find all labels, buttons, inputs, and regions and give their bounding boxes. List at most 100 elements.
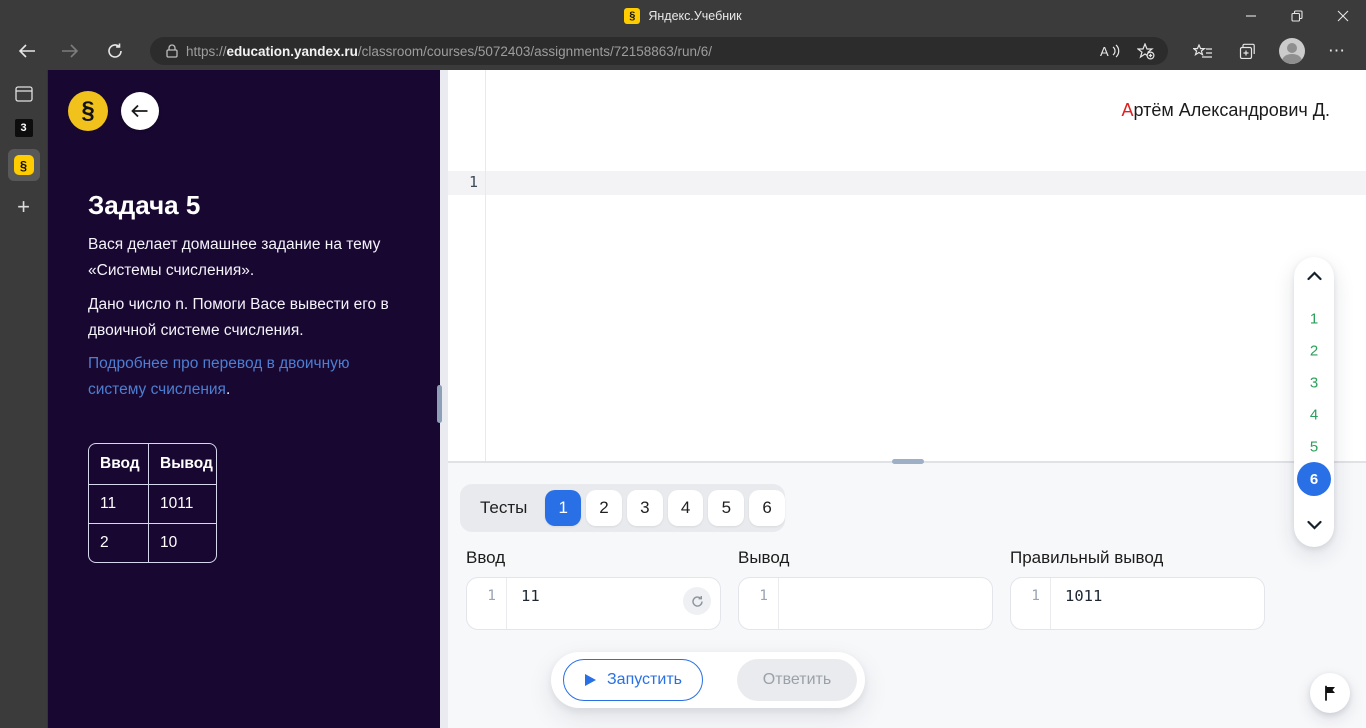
expected-value: 1011 <box>1065 587 1103 605</box>
vertical-tab-strip: 3 § + <box>0 70 48 728</box>
table-row: 2 10 <box>89 523 216 562</box>
minimize-button[interactable] <box>1228 0 1274 32</box>
navigator-test-6-active[interactable]: 6 <box>1297 462 1331 496</box>
answer-button[interactable]: Ответить <box>737 659 857 701</box>
table-row: 11 1011 <box>89 484 216 523</box>
url-bar[interactable]: https://education.yandex.ru/classroom/co… <box>150 37 1168 65</box>
test-tab-5[interactable]: 5 <box>708 490 745 526</box>
back-button[interactable] <box>11 35 43 67</box>
browser-window: § Яндекс.Учебник https://education.yande… <box>0 0 1366 728</box>
test-tab-3[interactable]: 3 <box>626 490 663 526</box>
tab-actions-button[interactable] <box>14 86 33 102</box>
table-cell-input: 11 <box>100 495 117 512</box>
test-tab-2[interactable]: 2 <box>586 490 622 526</box>
ellipsis-icon: ⋯ <box>1328 41 1346 60</box>
navigator-test-4[interactable]: 4 <box>1294 407 1334 424</box>
navigator-test-5[interactable]: 5 <box>1294 439 1334 456</box>
tab3-favicon: 3 <box>14 119 33 137</box>
task-title: Задача 5 <box>88 190 201 220</box>
navigator-test-3[interactable]: 3 <box>1294 375 1334 392</box>
panel-resize-strip <box>437 70 448 728</box>
editor-active-line <box>448 171 1366 195</box>
refresh-button[interactable] <box>99 35 131 67</box>
input-line-number: 1 <box>467 578 507 629</box>
tests-tab-bar: Тесты 1 2 3 4 5 6 <box>460 484 785 532</box>
gutter-separator <box>485 70 486 462</box>
collections-icon <box>1239 43 1255 59</box>
reset-input-button[interactable] <box>683 587 711 615</box>
task-back-button[interactable] <box>121 92 159 130</box>
refresh-icon <box>108 43 122 58</box>
chevron-down-icon <box>1306 520 1322 530</box>
output-value <box>779 578 992 629</box>
expected-output-field: 1 1011 <box>1010 577 1265 630</box>
test-tab-6[interactable]: 6 <box>749 490 785 526</box>
horizontal-resize-handle[interactable] <box>892 459 924 464</box>
favicon-icon: § <box>624 8 641 24</box>
test-tab-1[interactable]: 1 <box>545 490 582 526</box>
flag-icon <box>1325 685 1335 701</box>
task-paragraph: Вася делает домашнее задание на тему «Си… <box>88 236 381 279</box>
action-buttons-container: Запустить Ответить <box>551 652 865 708</box>
navigator-test-1[interactable]: 1 <box>1294 311 1334 328</box>
output-line-number: 1 <box>739 578 779 629</box>
navigator-up-button[interactable] <box>1294 271 1334 281</box>
avatar <box>1279 38 1305 64</box>
play-icon <box>585 674 596 686</box>
table-header-input: Ввод <box>100 455 140 472</box>
close-button[interactable] <box>1320 0 1366 32</box>
chevron-up-icon <box>1306 271 1322 281</box>
task-panel: § Задача 5 Вася делает домашнее задание … <box>48 70 440 728</box>
table-cell-output: 1011 <box>148 485 216 523</box>
collections-button[interactable] <box>1231 35 1263 67</box>
editor-line-number: 1 <box>468 173 478 191</box>
favorites-button[interactable] <box>1187 35 1219 67</box>
restore-icon <box>1291 10 1303 22</box>
forward-icon <box>62 44 79 58</box>
output-label: Вывод <box>738 548 790 567</box>
new-tab-button[interactable]: + <box>17 194 30 220</box>
forward-button[interactable] <box>54 35 86 67</box>
uchebnik-logo: § <box>68 91 108 131</box>
tab-list-icon <box>14 86 33 102</box>
table-header-row: Ввод Вывод <box>89 444 216 484</box>
vertical-resize-handle[interactable] <box>437 385 442 423</box>
favorites-bar-icon <box>1193 43 1212 58</box>
expected-line-number: 1 <box>1011 578 1051 629</box>
navigator-down-button[interactable] <box>1294 520 1334 530</box>
report-flag-button[interactable] <box>1310 673 1350 713</box>
add-favorite-button[interactable] <box>1132 39 1160 63</box>
settings-menu-button[interactable]: ⋯ <box>1321 35 1353 67</box>
tests-label: Тесты <box>480 498 528 517</box>
code-editor[interactable]: 1 Артём Александрович Д. <box>448 70 1366 462</box>
input-label: Ввод <box>466 548 506 567</box>
output-field: 1 <box>738 577 993 630</box>
minimize-icon <box>1246 15 1256 17</box>
plus-icon: + <box>17 194 30 219</box>
task-hint-link[interactable]: Подробнее про перевод в двоичную систему… <box>88 351 388 403</box>
navigator-test-2[interactable]: 2 <box>1294 343 1334 360</box>
browser-tab[interactable]: § Яндекс.Учебник <box>0 0 1366 32</box>
test-navigator: 1 2 3 4 5 6 <box>1294 257 1334 547</box>
examples-table: Ввод Вывод 11 1011 2 10 <box>88 443 217 563</box>
url-text: https://education.yandex.ru/classroom/co… <box>186 43 713 59</box>
browser-titlebar: § Яндекс.Учебник <box>0 0 1366 32</box>
close-icon <box>1337 10 1349 22</box>
run-button[interactable]: Запустить <box>563 659 703 701</box>
profile-button[interactable] <box>1276 35 1308 67</box>
input-field[interactable]: 1 11 <box>466 577 721 630</box>
svg-text:A: A <box>1100 44 1109 58</box>
table-cell-input: 2 <box>100 534 109 551</box>
read-aloud-icon: A <box>1100 44 1120 58</box>
test-tab-4[interactable]: 4 <box>667 490 704 526</box>
table-header-output: Вывод <box>148 444 216 484</box>
reset-icon <box>691 595 703 607</box>
tab-item-3[interactable]: 3 <box>14 119 33 137</box>
restore-button[interactable] <box>1274 0 1320 32</box>
read-aloud-button[interactable]: A <box>1096 39 1124 63</box>
tab-item-active[interactable]: § <box>7 149 40 181</box>
active-tab-favicon: § <box>13 155 34 175</box>
browser-toolbar: https://education.yandex.ru/classroom/co… <box>0 32 1366 70</box>
tests-section: Тесты 1 2 3 4 5 6 Ввод Вывод Правильный … <box>448 463 1366 728</box>
student-name: Артём Александрович Д. <box>1121 100 1330 120</box>
